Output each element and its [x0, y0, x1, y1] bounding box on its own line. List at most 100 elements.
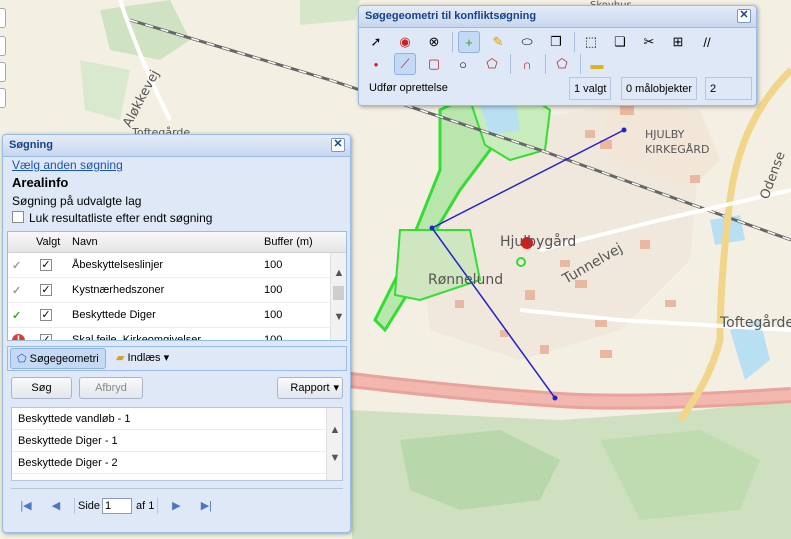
- layer-buffer[interactable]: 100: [264, 284, 282, 296]
- scroll-thumb[interactable]: [333, 286, 344, 300]
- layer-buffer[interactable]: 100: [264, 259, 282, 271]
- choose-other-search-link[interactable]: Vælg anden søgning: [12, 158, 123, 172]
- edge-tab-1[interactable]: [0, 8, 6, 28]
- search-panel: Søgning ✕ Vælg anden søgning Arealinfo S…: [2, 134, 351, 533]
- layer-checkbox[interactable]: ✓: [40, 334, 52, 340]
- edge-tab-2[interactable]: [0, 36, 6, 56]
- toolbar-separator: [545, 54, 546, 74]
- layer-checkbox[interactable]: ✓: [40, 284, 52, 296]
- geometry-panel: Søgegeometri til konfliktsøgning ✕ ➚ ◉ ⊗ + ✎…: [358, 5, 757, 106]
- chevron-down-icon: ▾: [163, 352, 170, 364]
- close-results-label: Luk resultatliste efter endt søgning: [29, 211, 213, 225]
- layer-buffer[interactable]: 100: [264, 334, 282, 340]
- close-icon[interactable]: ✕: [331, 138, 345, 152]
- pointer-icon[interactable]: ➚: [365, 31, 387, 53]
- layer-checkbox[interactable]: ✓: [40, 309, 52, 321]
- circle-icon[interactable]: ○: [452, 53, 474, 75]
- folder-icon: ▰: [116, 352, 125, 364]
- target-objects-count: 0 målobjekter: [621, 77, 698, 100]
- page-input[interactable]: 1: [102, 497, 133, 514]
- table-row[interactable]: ✓ ✓ Kystnærhedszoner 100: [8, 278, 346, 303]
- scroll-up-icon[interactable]: ▲: [329, 424, 341, 436]
- edit-polygon-icon[interactable]: ⬠: [551, 53, 573, 75]
- geometry-count: 2: [705, 77, 752, 100]
- of-label: af 1: [136, 499, 155, 512]
- header-name[interactable]: Navn: [72, 236, 98, 248]
- split-icon[interactable]: //: [696, 31, 718, 53]
- polygon-icon[interactable]: ⬠: [481, 53, 503, 75]
- scroll-down-icon[interactable]: ▼: [333, 311, 345, 323]
- result-scrollbar[interactable]: ▲ ▼: [326, 408, 342, 480]
- scroll-up-icon[interactable]: ▲: [333, 267, 345, 279]
- magnet-icon[interactable]: ∩: [516, 53, 538, 75]
- layer-checkbox[interactable]: ✓: [40, 259, 52, 271]
- list-item[interactable]: Beskyttede Diger - 3: [12, 474, 342, 480]
- scroll-down-icon[interactable]: ▼: [329, 452, 341, 464]
- list-item[interactable]: Beskyttede Diger - 2: [12, 452, 342, 474]
- add-icon[interactable]: +: [458, 31, 480, 53]
- cancel-button[interactable]: Afbryd: [79, 377, 143, 399]
- next-page-icon[interactable]: ▶: [167, 499, 185, 512]
- edge-tab-3[interactable]: [0, 62, 6, 82]
- cylinder-icon[interactable]: ⬭: [516, 31, 538, 53]
- layer-name: Skal feile, Kirkeomgivelser: [72, 334, 201, 341]
- first-page-icon[interactable]: |◀: [17, 499, 35, 512]
- close-results-checkbox[interactable]: [12, 211, 24, 223]
- close-icon[interactable]: ✕: [737, 9, 751, 23]
- status-label: Udfør oprettelse: [369, 82, 448, 94]
- result-list: Beskyttede vandløb - 1 Beskyttede Diger -…: [11, 407, 343, 481]
- header-selected[interactable]: Valgt: [36, 236, 60, 248]
- selected-count: 1 valgt: [569, 77, 612, 100]
- scissors-icon[interactable]: ✂: [638, 31, 660, 53]
- last-page-icon[interactable]: ▶|: [197, 499, 215, 512]
- prev-page-icon[interactable]: ◀: [47, 499, 65, 512]
- rectangle-icon[interactable]: ▢: [423, 53, 445, 75]
- status-neutral-icon: ✓: [12, 285, 22, 297]
- layer-grid: Valgt Navn Buffer (m) ✓ ✓ Åbeskyttelseslin…: [7, 231, 347, 341]
- tab-import[interactable]: ▰ Indlæs ▾: [110, 348, 175, 369]
- chevron-down-icon: ▾: [333, 382, 339, 394]
- select-area-icon[interactable]: ⬚: [580, 31, 602, 53]
- point-icon[interactable]: •: [365, 53, 387, 75]
- layers-icon[interactable]: ❏: [609, 31, 631, 53]
- grid-scrollbar[interactable]: ▲ ▼: [330, 253, 346, 340]
- link-icon[interactable]: ⊗: [423, 31, 445, 53]
- toolbar-row-2: • ⟋ ▢ ○ ⬠ ∩ ⬠ ▬: [365, 53, 615, 75]
- header-buffer[interactable]: Buffer (m): [264, 236, 313, 248]
- geometry-status-row: Udfør oprettelse 1 valgt 0 målobjekter 2: [363, 76, 752, 102]
- polygon-icon: ⬠: [17, 353, 27, 365]
- report-button[interactable]: Rapport ▾: [277, 377, 343, 399]
- target-icon[interactable]: ◉: [394, 31, 416, 53]
- layer-buffer[interactable]: 100: [264, 309, 282, 321]
- report-button-label: Rapport: [290, 382, 330, 394]
- table-row[interactable]: ✓ ✓ Åbeskyttelseslinjer 100: [8, 253, 346, 278]
- tab-search-geometry[interactable]: ⬠ Søgegeometri: [10, 348, 106, 369]
- list-item[interactable]: Beskyttede Diger - 1: [12, 430, 342, 452]
- map-label-church: HJULBY: [645, 128, 685, 141]
- measure-icon[interactable]: ▬: [586, 53, 608, 75]
- grid-body: ✓ ✓ Åbeskyttelseslinjer 100 ✓ ✓ Kystnærhedszon…: [8, 253, 346, 341]
- copy-icon[interactable]: ❐: [545, 31, 567, 53]
- layer-name: Åbeskyttelseslinjer: [72, 259, 164, 271]
- polyline-icon[interactable]: ⟋: [394, 53, 416, 75]
- table-row[interactable]: ✓ ✓ Beskyttede Diger 100: [8, 303, 346, 328]
- pencil-icon[interactable]: ✎: [487, 31, 509, 53]
- table-row[interactable]: ! ✓ Skal feile, Kirkeomgivelser 100: [8, 328, 346, 341]
- geometry-tabbar: ⬠ Søgegeometri ▰ Indlæs ▾: [7, 346, 347, 371]
- toolbar-separator: [452, 32, 453, 52]
- edge-tab-4[interactable]: [0, 88, 6, 108]
- tab-search-geometry-label: Søgegeometri: [29, 353, 99, 365]
- merge-icon[interactable]: ⊞: [667, 31, 689, 53]
- status-neutral-icon: ✓: [12, 260, 22, 272]
- map-label-toftegarden: Toftegården: [719, 314, 791, 331]
- search-heading: Arealinfo: [12, 175, 69, 190]
- status-ok-icon: ✓: [12, 310, 22, 322]
- grid-header: Valgt Navn Buffer (m): [8, 232, 346, 253]
- result-items: Beskyttede vandløb - 1 Beskyttede Diger -…: [12, 408, 342, 480]
- tab-import-label: Indlæs: [127, 352, 161, 364]
- search-button[interactable]: Søg: [11, 377, 72, 399]
- geometry-panel-title: Søgegeometri til konfliktsøgning ✕: [359, 6, 756, 28]
- layer-name: Beskyttede Diger: [72, 309, 156, 321]
- list-item[interactable]: Beskyttede vandløb - 1: [12, 408, 342, 430]
- pager-separator: [74, 497, 75, 514]
